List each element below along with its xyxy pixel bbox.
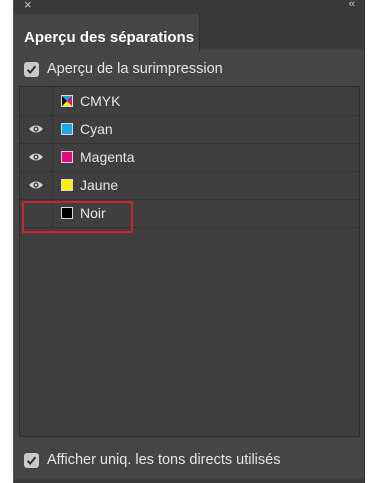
spot-colors-only-checkbox[interactable] [24,452,39,468]
checkmark-icon [26,456,37,465]
separation-row-cyan[interactable]: Cyan [20,115,359,144]
cyan-swatch-icon [61,123,73,135]
panel-title-bar: × ‹‹ [14,0,364,12]
visibility-toggle-jaune[interactable] [20,171,53,199]
yellow-swatch-icon [61,179,73,191]
collapse-icon[interactable]: ‹‹ [349,0,355,12]
cmyk-swatch-icon [61,95,73,107]
separations-list: CMYK Cyan Magenta Jaune Noir [19,86,360,437]
separation-row-jaune[interactable]: Jaune [20,171,359,200]
overprint-preview-row[interactable]: Aperçu de la surimpression [24,58,223,80]
separation-label-cmyk: CMYK [80,93,121,109]
visibility-toggle-cmyk[interactable] [20,87,53,115]
panel-bottom-edge [14,479,364,483]
separation-label-cyan: Cyan [80,121,113,137]
annotation-highlight-box [22,201,133,233]
eye-icon [29,153,43,161]
spot-colors-only-label: Afficher uniq. les tons directs utilisés [47,452,281,468]
separation-label-jaune: Jaune [80,177,119,193]
overprint-preview-label: Aperçu de la surimpression [47,61,223,77]
tab-separations-preview[interactable]: Aperçu des séparations [14,14,200,51]
spot-colors-only-row[interactable]: Afficher uniq. les tons directs utilisés [24,449,280,471]
separations-panel: × ‹‹ Aperçu des séparations Aperçu de la… [13,0,365,483]
eye-icon [29,125,43,133]
separation-row-magenta[interactable]: Magenta [20,143,359,172]
overprint-preview-checkbox[interactable] [24,61,39,77]
eye-icon [29,181,43,189]
separation-row-cmyk[interactable]: CMYK [20,87,359,116]
checkmark-icon [26,65,37,74]
tab-label: Aperçu des séparations [24,29,195,46]
visibility-toggle-magenta[interactable] [20,143,53,171]
separation-label-magenta: Magenta [80,149,135,165]
magenta-swatch-icon [61,151,73,163]
visibility-toggle-cyan[interactable] [20,115,53,143]
